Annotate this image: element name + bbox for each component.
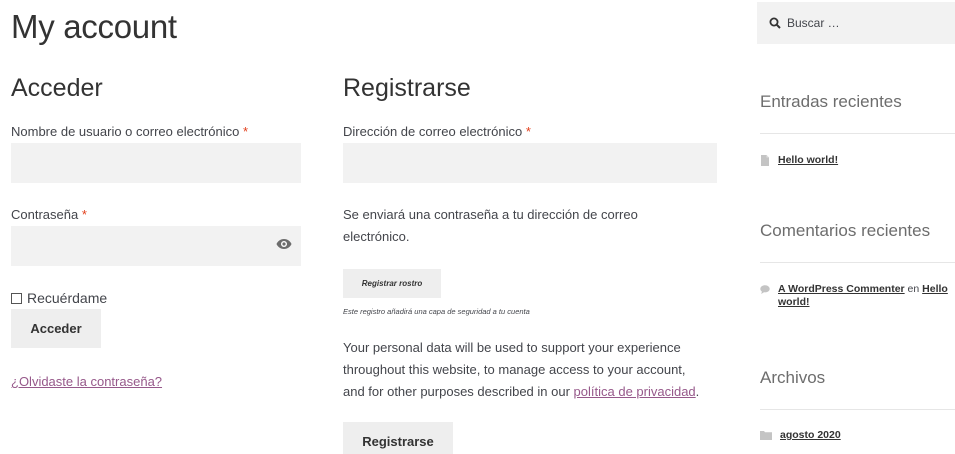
password-label: Contraseña * (11, 207, 87, 222)
password-sent-note-line: Se enviará una contraseña a tu dirección… (343, 207, 638, 222)
register-email-input[interactable] (343, 143, 717, 183)
username-input[interactable] (11, 143, 301, 183)
search-placeholder: Buscar … (787, 16, 840, 30)
password-label-text: Contraseña (11, 207, 79, 222)
comment-post-link[interactable]: Hello (922, 283, 948, 295)
archive-item: agosto 2020 (760, 429, 841, 441)
register-heading: Registrarse (343, 74, 471, 102)
divider (760, 133, 955, 134)
password-input[interactable] (11, 226, 301, 266)
show-password-icon[interactable] (276, 238, 292, 250)
remember-me-label: Recuérdame (27, 290, 108, 306)
login-heading: Acceder (11, 74, 103, 102)
comment-connector: en (907, 283, 920, 295)
lost-password-link[interactable]: ¿Olvidaste la contraseña? (11, 374, 162, 389)
comment-author-link[interactable]: A WordPress Commenter (778, 283, 905, 295)
privacy-notice-line: throughout this website, to manage acces… (343, 362, 686, 377)
email-label-text: Dirección de correo electrónico (343, 124, 523, 139)
archives-heading: Archivos (760, 368, 826, 387)
register-face-button[interactable]: Registrar rostro (343, 269, 441, 298)
divider (760, 409, 955, 410)
password-sent-note: Se enviará una contraseña a tu dirección… (343, 204, 638, 248)
face-register-note: Este registro añadirá una capa de seguri… (343, 307, 530, 316)
page-title: My account (11, 8, 177, 45)
register-button[interactable]: Registrarse (343, 422, 453, 454)
required-mark: * (242, 124, 249, 139)
privacy-notice: Your personal data will be used to suppo… (343, 337, 699, 403)
password-sent-note-line: electrónico. (343, 229, 410, 244)
recent-comment-item: A WordPress Commenter en Hello world! (760, 283, 948, 309)
login-button[interactable]: Acceder (11, 309, 101, 348)
recent-post-link[interactable]: Hello world! (778, 154, 838, 166)
recent-comment-text: A WordPress Commenter en Hello world! (778, 283, 948, 309)
recent-post-item: Hello world! (760, 154, 838, 166)
search-icon (769, 17, 781, 29)
username-label-text: Nombre de usuario o correo electrónico (11, 124, 240, 139)
remember-me-checkbox[interactable] (11, 292, 22, 304)
privacy-notice-end: . (695, 384, 700, 399)
privacy-notice-line: and for other purposes described in our … (343, 381, 699, 403)
privacy-notice-text: and for other purposes described in our (343, 384, 574, 399)
archive-link[interactable]: agosto 2020 (780, 429, 841, 441)
recent-comments-heading: Comentarios recientes (760, 221, 931, 240)
email-label: Dirección de correo electrónico * (343, 124, 531, 139)
folder-icon (760, 431, 772, 440)
required-mark: * (81, 207, 87, 222)
divider (760, 262, 955, 263)
remember-me-row[interactable]: Recuérdame (11, 290, 107, 306)
speech-bubble-icon (760, 285, 770, 294)
privacy-policy-link[interactable]: política de privacidad (574, 384, 696, 399)
privacy-notice-line: Your personal data will be used to suppo… (343, 340, 681, 355)
search-field[interactable]: Buscar … (757, 2, 955, 44)
recent-posts-heading: Entradas recientes (760, 92, 902, 111)
comment-post-link-cont[interactable]: world! (778, 296, 810, 308)
required-mark: * (525, 124, 531, 139)
document-icon (761, 155, 769, 166)
username-label: Nombre de usuario o correo electrónico * (11, 124, 248, 139)
